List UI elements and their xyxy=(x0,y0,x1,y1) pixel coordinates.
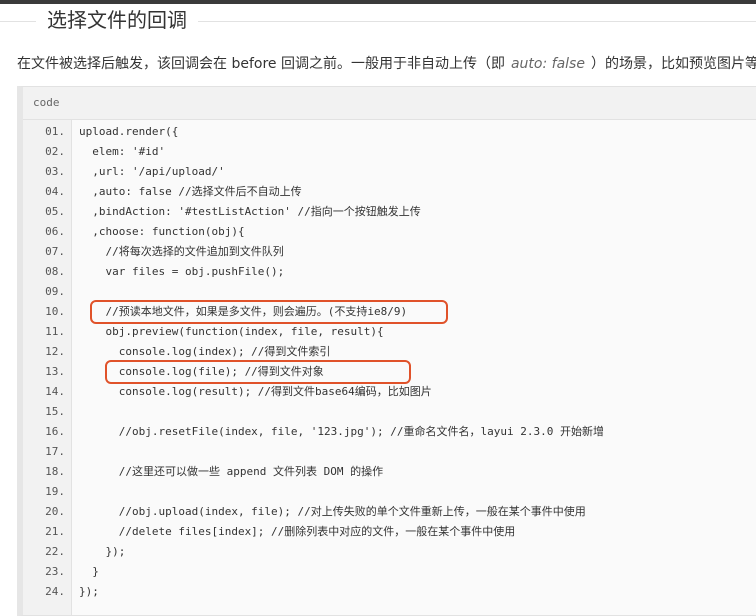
code-line: console.log(result); //得到文件base64编码，比如图片 xyxy=(79,385,432,398)
code-line: }); xyxy=(79,585,99,598)
line-number: 16. xyxy=(45,425,65,438)
line-number: 23. xyxy=(45,565,65,578)
description-paragraph: 在文件被选择后触发，该回调会在 before 回调之前。一般用于非自动上传（即 a… xyxy=(17,53,756,75)
code-line: ,choose: function(obj){ xyxy=(79,225,245,238)
line-number: 19. xyxy=(45,485,65,498)
description-text-before: 在文件被选择后触发，该回调会在 before 回调之前。一般用于非自动上传（即 xyxy=(17,56,505,72)
code-line: console.log(file); //得到文件对象 xyxy=(79,365,324,378)
line-number: 02. xyxy=(45,145,65,158)
line-number: 06. xyxy=(45,225,65,238)
line-number: 18. xyxy=(45,465,65,478)
code-block-header: code xyxy=(23,87,756,120)
line-number: 03. xyxy=(45,165,65,178)
header-rule-right xyxy=(198,21,756,22)
code-block: code 01. upload.render({ 02. elem: '#id' 03… xyxy=(17,86,756,616)
line-number: 24. xyxy=(45,585,65,598)
line-number: 09. xyxy=(45,285,65,298)
code-line: //将每次选择的文件追加到文件队列 xyxy=(79,245,284,258)
code-line: obj.preview(function(index, file, result… xyxy=(79,325,384,338)
code-line: //预读本地文件，如果是多文件，则会遍历。(不支持ie8/9) xyxy=(79,305,408,318)
code-line: elem: '#id' xyxy=(79,145,166,158)
line-number: 20. xyxy=(45,505,65,518)
section-title: 选择文件的回调 xyxy=(47,8,187,32)
code-line: console.log(index); //得到文件索引 xyxy=(79,345,331,358)
code-line: ,auto: false //选择文件后不自动上传 xyxy=(79,185,302,198)
header-rule-left xyxy=(0,21,36,22)
line-number: 22. xyxy=(45,545,65,558)
line-number: 07. xyxy=(45,245,65,258)
code-block-label: code xyxy=(33,96,60,109)
code-line: var files = obj.pushFile(); xyxy=(79,265,285,278)
code-line: ,url: '/api/upload/' xyxy=(79,165,225,178)
line-number: 13. xyxy=(45,365,65,378)
code-line: //obj.resetFile(index, file, '123.jpg');… xyxy=(79,425,604,438)
section-header: 选择文件的回调 xyxy=(0,6,756,36)
code-line: upload.render({ xyxy=(79,125,179,138)
line-number: 15. xyxy=(45,405,65,418)
line-number: 14. xyxy=(45,385,65,398)
line-number: 17. xyxy=(45,445,65,458)
line-number: 05. xyxy=(45,205,65,218)
code-line: ,bindAction: '#testListAction' //指向一个按钮触… xyxy=(79,205,421,218)
code-line: //这里还可以做一些 append 文件列表 DOM 的操作 xyxy=(79,465,384,478)
code-line: //delete files[index]; //删除列表中对应的文件，一般在某… xyxy=(79,525,516,538)
line-number: 11. xyxy=(45,325,65,338)
line-number: 21. xyxy=(45,525,65,538)
line-number: 10. xyxy=(45,305,65,318)
description-text-after: ）的场景，比如预览图片等。 xyxy=(590,56,756,72)
line-number: 08. xyxy=(45,265,65,278)
code-line: }); xyxy=(79,545,126,558)
line-number: 04. xyxy=(45,185,65,198)
code-line: } xyxy=(79,565,99,578)
top-bar xyxy=(0,0,756,4)
code-line: //obj.upload(index, file); //对上传失败的单个文件重… xyxy=(79,505,586,518)
description-inline-code: auto: false xyxy=(510,56,585,72)
line-number: 01. xyxy=(45,125,65,138)
line-number: 12. xyxy=(45,345,65,358)
